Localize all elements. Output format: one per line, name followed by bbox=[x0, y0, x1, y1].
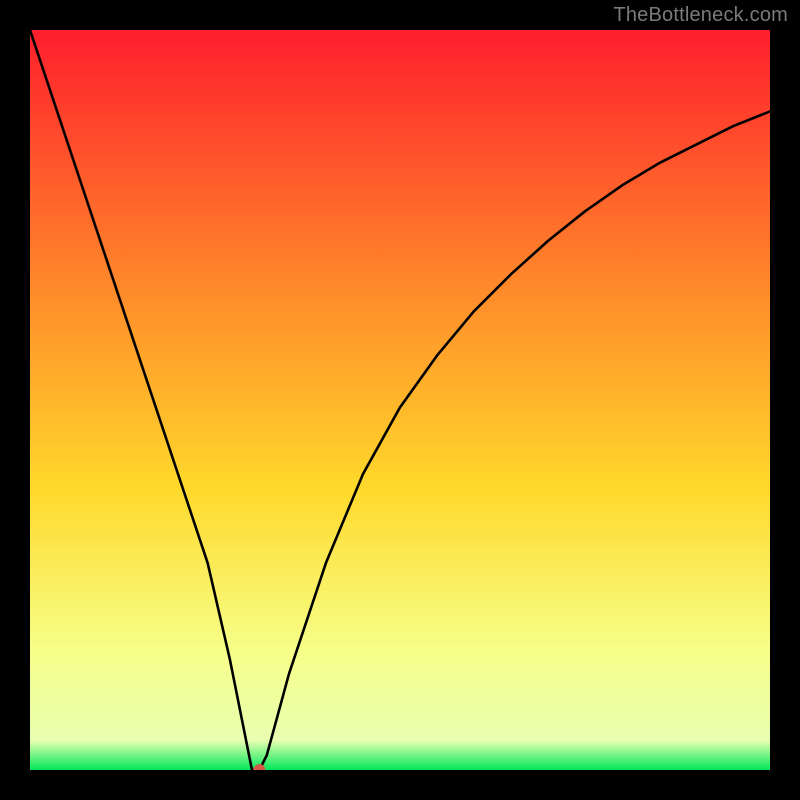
chart-plot-area bbox=[30, 30, 770, 770]
chart-frame: TheBottleneck.com bbox=[0, 0, 800, 800]
gradient-background bbox=[30, 30, 770, 770]
watermark-text: TheBottleneck.com bbox=[613, 4, 788, 27]
chart-svg bbox=[30, 30, 770, 770]
